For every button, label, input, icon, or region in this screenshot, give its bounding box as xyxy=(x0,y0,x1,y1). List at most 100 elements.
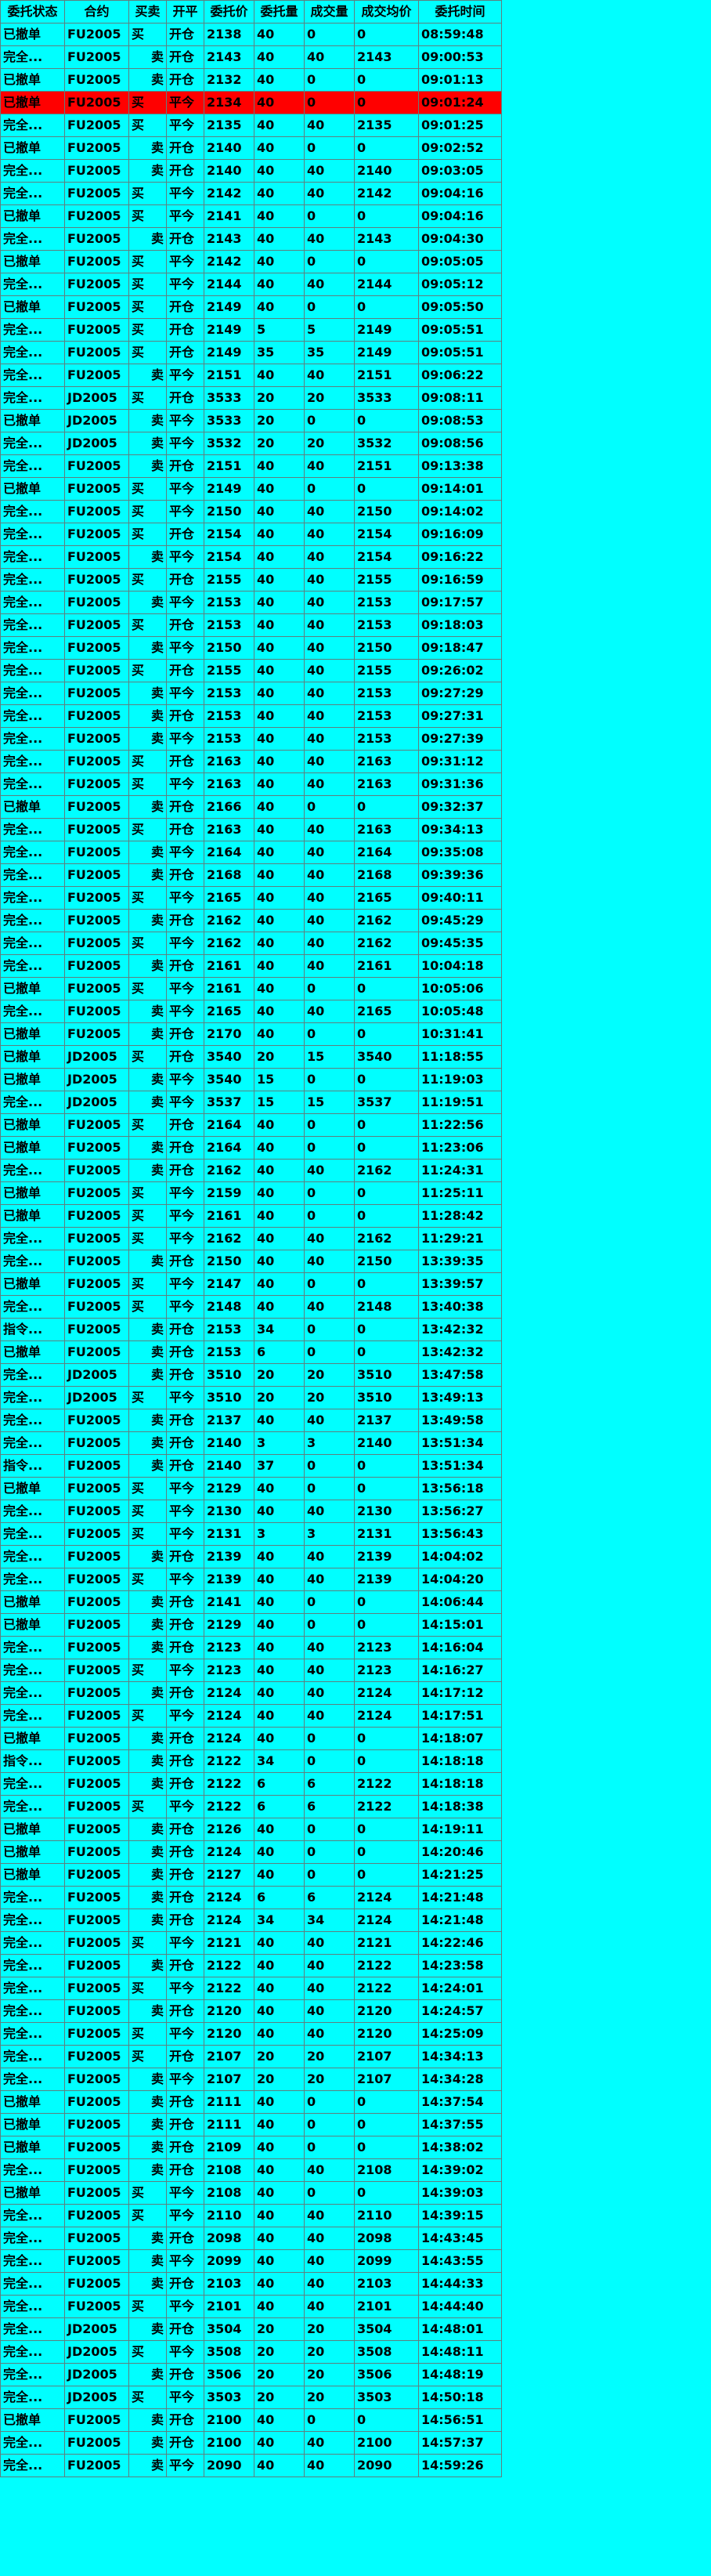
order-row[interactable]: 完全... FU2005 卖平今 2150 40 40 2150 09:18:47 xyxy=(0,636,502,660)
order-row[interactable]: 完全... FU2005 卖平今 2154 40 40 2154 09:16:22 xyxy=(0,545,502,569)
order-row[interactable]: 完全... JD2005 卖平今 3537 15 15 3537 11:19:51 xyxy=(0,1091,502,1114)
order-row[interactable]: 完全... FU2005 卖平今 2153 40 40 2153 09:27:39 xyxy=(0,727,502,751)
order-row[interactable]: 完全... FU2005 卖开仓 2168 40 40 2168 09:39:36 xyxy=(0,863,502,887)
order-row[interactable]: 完全... FU2005 买平今 2124 40 40 2124 14:17:51 xyxy=(0,1704,502,1728)
order-row[interactable]: 已撤单 FU2005 卖开仓 2109 40 0 0 14:38:02 xyxy=(0,2136,502,2159)
order-row[interactable]: 完全... FU2005 买开仓 2149 5 5 2149 09:05:51 xyxy=(0,318,502,342)
order-row[interactable]: 已撤单 JD2005 卖平今 3533 20 0 0 09:08:53 xyxy=(0,409,502,432)
col-header-order-qty[interactable]: 委托量 xyxy=(254,0,305,24)
order-row[interactable]: 完全... FU2005 卖开仓 2161 40 40 2161 10:04:18 xyxy=(0,954,502,978)
order-row[interactable]: 完全... FU2005 卖开仓 2137 40 40 2137 13:49:58 xyxy=(0,1409,502,1432)
order-row[interactable]: 已撤单 FU2005 卖开仓 2132 40 0 0 09:01:13 xyxy=(0,68,502,92)
order-row[interactable]: 完全... FU2005 卖开仓 2139 40 40 2139 14:04:02 xyxy=(0,1545,502,1568)
order-row[interactable]: 已撤单 FU2005 买平今 2108 40 0 0 14:39:03 xyxy=(0,2181,502,2205)
order-row[interactable]: 完全... FU2005 卖开仓 2140 40 40 2140 09:03:05 xyxy=(0,159,502,183)
order-row[interactable]: 已撤单 FU2005 卖开仓 2166 40 0 0 09:32:37 xyxy=(0,795,502,819)
order-row[interactable]: 完全... FU2005 买平今 2162 40 40 2162 09:45:35 xyxy=(0,932,502,955)
order-row[interactable]: 完全... FU2005 买平今 2123 40 40 2123 14:16:27 xyxy=(0,1659,502,1682)
order-row[interactable]: 完全... JD2005 买平今 3508 20 20 3508 14:48:11 xyxy=(0,2340,502,2364)
order-row[interactable]: 已撤单 FU2005 卖开仓 2164 40 0 0 11:23:06 xyxy=(0,1136,502,1160)
order-row[interactable]: 完全... FU2005 卖开仓 2123 40 40 2123 14:16:04 xyxy=(0,1636,502,1659)
order-row[interactable]: 完全... FU2005 买开仓 2107 20 20 2107 14:34:13 xyxy=(0,2045,502,2068)
order-row[interactable]: 已撤单 FU2005 买平今 2149 40 0 0 09:14:01 xyxy=(0,477,502,501)
order-row[interactable]: 完全... FU2005 买平今 2150 40 40 2150 09:14:02 xyxy=(0,500,502,523)
col-header-filled-qty[interactable]: 成交量 xyxy=(304,0,355,24)
order-row[interactable]: 已撤单 FU2005 买平今 2134 40 0 0 09:01:24 xyxy=(0,91,502,114)
order-row[interactable]: 完全... FU2005 卖开仓 2140 3 3 2140 13:51:34 xyxy=(0,1431,502,1455)
order-row[interactable]: 完全... FU2005 买平今 2101 40 40 2101 14:44:40 xyxy=(0,2295,502,2318)
order-row[interactable]: 完全... FU2005 买开仓 2155 40 40 2155 09:26:02 xyxy=(0,659,502,682)
order-row[interactable]: 完全... FU2005 买开仓 2155 40 40 2155 09:16:59 xyxy=(0,568,502,592)
order-row[interactable]: 完全... FU2005 买开仓 2163 40 40 2163 09:34:13 xyxy=(0,818,502,841)
col-header-side[interactable]: 买卖 xyxy=(128,0,167,24)
order-row[interactable]: 完全... FU2005 卖开仓 2153 40 40 2153 09:27:31 xyxy=(0,704,502,728)
order-row[interactable]: 已撤单 FU2005 买平今 2159 40 0 0 11:25:11 xyxy=(0,1181,502,1205)
order-row[interactable]: 指令... FU2005 卖开仓 2122 34 0 0 14:18:18 xyxy=(0,1749,502,1773)
order-row[interactable]: 已撤单 FU2005 卖开仓 2124 40 0 0 14:18:07 xyxy=(0,1727,502,1750)
order-row[interactable]: 完全... FU2005 买平今 2120 40 40 2120 14:25:09 xyxy=(0,2022,502,2046)
order-row[interactable]: 完全... FU2005 买开仓 2163 40 40 2163 09:31:12 xyxy=(0,750,502,773)
order-row[interactable]: 完全... FU2005 买平今 2144 40 40 2144 09:05:12 xyxy=(0,273,502,296)
order-row[interactable]: 完全... FU2005 买平今 2162 40 40 2162 11:29:21 xyxy=(0,1227,502,1250)
order-row[interactable]: 已撤单 FU2005 卖开仓 2111 40 0 0 14:37:55 xyxy=(0,2113,502,2136)
order-row[interactable]: 完全... FU2005 卖平今 2153 40 40 2153 09:27:29 xyxy=(0,682,502,705)
order-row[interactable]: 完全... JD2005 买开仓 3533 20 20 3533 09:08:11 xyxy=(0,386,502,410)
order-row[interactable]: 完全... FU2005 卖平今 2099 40 40 2099 14:43:55 xyxy=(0,2249,502,2273)
order-row[interactable]: 完全... FU2005 买平今 2110 40 40 2110 14:39:15 xyxy=(0,2204,502,2227)
order-row[interactable]: 完全... JD2005 卖开仓 3506 20 20 3506 14:48:19 xyxy=(0,2363,502,2386)
order-row[interactable]: 完全... FU2005 买平今 2131 3 3 2131 13:56:43 xyxy=(0,1522,502,1546)
order-row[interactable]: 完全... FU2005 卖开仓 2151 40 40 2151 09:13:38 xyxy=(0,454,502,478)
order-row[interactable]: 完全... FU2005 买开仓 2154 40 40 2154 09:16:09 xyxy=(0,523,502,546)
order-row[interactable]: 完全... FU2005 卖开仓 2103 40 40 2103 14:44:33 xyxy=(0,2272,502,2296)
order-row[interactable]: 完全... FU2005 卖开仓 2143 40 40 2143 09:00:53 xyxy=(0,45,502,69)
order-row[interactable]: 完全... FU2005 卖平今 2090 40 40 2090 14:59:26 xyxy=(0,2454,502,2477)
order-row[interactable]: 已撤单 FU2005 卖开仓 2153 6 0 0 13:42:32 xyxy=(0,1340,502,1364)
order-row[interactable]: 完全... FU2005 卖开仓 2143 40 40 2143 09:04:30 xyxy=(0,227,502,251)
order-row[interactable]: 完全... FU2005 卖平今 2164 40 40 2164 09:35:08 xyxy=(0,841,502,864)
order-row[interactable]: 已撤单 FU2005 买平今 2142 40 0 0 09:05:05 xyxy=(0,250,502,273)
order-row[interactable]: 已撤单 FU2005 卖开仓 2141 40 0 0 14:06:44 xyxy=(0,1590,502,1614)
order-row[interactable]: 完全... FU2005 买平今 2163 40 40 2163 09:31:36 xyxy=(0,772,502,796)
order-row[interactable]: 已撤单 FU2005 卖开仓 2140 40 0 0 09:02:52 xyxy=(0,136,502,160)
order-row[interactable]: 已撤单 FU2005 买平今 2161 40 0 0 10:05:06 xyxy=(0,977,502,1000)
col-header-open-close[interactable]: 开平 xyxy=(166,0,204,24)
order-row[interactable]: 完全... FU2005 卖开仓 2122 6 6 2122 14:18:18 xyxy=(0,1772,502,1796)
order-row[interactable]: 完全... FU2005 卖开仓 2150 40 40 2150 13:39:35 xyxy=(0,1250,502,1273)
order-row[interactable]: 完全... FU2005 卖开仓 2124 40 40 2124 14:17:12 xyxy=(0,1681,502,1705)
order-row[interactable]: 已撤单 JD2005 买开仓 3540 20 15 3540 11:18:55 xyxy=(0,1045,502,1069)
order-row[interactable]: 完全... JD2005 卖开仓 3504 20 20 3504 14:48:01 xyxy=(0,2317,502,2341)
order-row[interactable]: 完全... JD2005 买平今 3510 20 20 3510 13:49:13 xyxy=(0,1386,502,1409)
order-row[interactable]: 完全... FU2005 买开仓 2149 35 35 2149 09:05:51 xyxy=(0,341,502,364)
order-row[interactable]: 完全... FU2005 卖开仓 2124 34 34 2124 14:21:48 xyxy=(0,1908,502,1932)
order-row[interactable]: 完全... FU2005 买平今 2130 40 40 2130 13:56:27 xyxy=(0,1500,502,1523)
order-row[interactable]: 已撤单 FU2005 买开仓 2138 40 0 0 08:59:48 xyxy=(0,23,502,46)
order-row[interactable]: 完全... FU2005 卖开仓 2120 40 40 2120 14:24:57 xyxy=(0,1999,502,2023)
order-row[interactable]: 已撤单 FU2005 买开仓 2149 40 0 0 09:05:50 xyxy=(0,295,502,319)
order-row[interactable]: 完全... FU2005 买开仓 2153 40 40 2153 09:18:03 xyxy=(0,613,502,637)
order-row[interactable]: 已撤单 FU2005 买平今 2161 40 0 0 11:28:42 xyxy=(0,1204,502,1228)
order-row[interactable]: 完全... JD2005 买平今 3503 20 20 3503 14:50:18 xyxy=(0,2386,502,2409)
order-row[interactable]: 完全... FU2005 卖开仓 2124 6 6 2124 14:21:48 xyxy=(0,1886,502,1909)
order-row[interactable]: 完全... JD2005 卖开仓 3510 20 20 3510 13:47:58 xyxy=(0,1363,502,1387)
order-row[interactable]: 完全... FU2005 卖开仓 2162 40 40 2162 09:45:29 xyxy=(0,909,502,932)
order-row[interactable]: 完全... FU2005 买平今 2142 40 40 2142 09:04:16 xyxy=(0,182,502,205)
col-header-status[interactable]: 委托状态 xyxy=(0,0,65,24)
order-row[interactable]: 完全... FU2005 卖平今 2107 20 20 2107 14:34:28 xyxy=(0,2068,502,2091)
order-row[interactable]: 完全... FU2005 卖开仓 2098 40 40 2098 14:43:45 xyxy=(0,2227,502,2250)
col-header-contract[interactable]: 合约 xyxy=(64,0,129,24)
order-row[interactable]: 已撤单 FU2005 买平今 2129 40 0 0 13:56:18 xyxy=(0,1477,502,1500)
order-row[interactable]: 已撤单 FU2005 卖开仓 2100 40 0 0 14:56:51 xyxy=(0,2408,502,2432)
order-row[interactable]: 完全... JD2005 卖平今 3532 20 20 3532 09:08:56 xyxy=(0,432,502,455)
order-row[interactable]: 已撤单 FU2005 买平今 2147 40 0 0 13:39:57 xyxy=(0,1272,502,1296)
order-row[interactable]: 完全... FU2005 买平今 2135 40 40 2135 09:01:25 xyxy=(0,114,502,137)
order-row[interactable]: 完全... FU2005 卖平今 2151 40 40 2151 09:06:22 xyxy=(0,364,502,387)
order-row[interactable]: 已撤单 FU2005 卖开仓 2126 40 0 0 14:19:11 xyxy=(0,1818,502,1841)
col-header-order-price[interactable]: 委托价 xyxy=(204,0,254,24)
order-row[interactable]: 完全... FU2005 卖平今 2153 40 40 2153 09:17:57 xyxy=(0,591,502,614)
order-row[interactable]: 完全... FU2005 买平今 2139 40 40 2139 14:04:20 xyxy=(0,1568,502,1591)
order-row[interactable]: 已撤单 FU2005 卖开仓 2170 40 0 0 10:31:41 xyxy=(0,1022,502,1046)
order-row[interactable]: 指令... FU2005 卖开仓 2140 37 0 0 13:51:34 xyxy=(0,1454,502,1478)
order-row[interactable]: 已撤单 FU2005 买平今 2141 40 0 0 09:04:16 xyxy=(0,204,502,228)
order-row[interactable]: 已撤单 FU2005 卖开仓 2124 40 0 0 14:20:46 xyxy=(0,1840,502,1864)
order-row[interactable]: 完全... FU2005 卖开仓 2108 40 40 2108 14:39:02 xyxy=(0,2158,502,2182)
